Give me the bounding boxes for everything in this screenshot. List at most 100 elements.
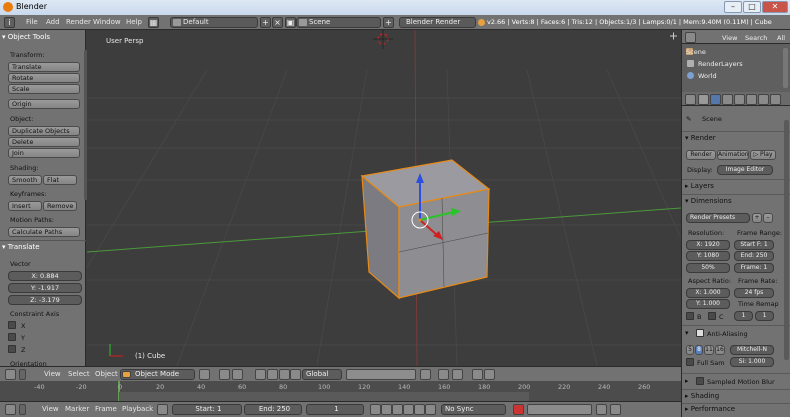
aspect-y-field[interactable]: Y: 1.000	[686, 299, 730, 309]
play-animation-button[interactable]: ▷ Play	[750, 150, 776, 160]
shading-panel-header[interactable]: ▸ Shading	[685, 392, 719, 400]
properties-scrollbar[interactable]	[784, 120, 789, 360]
constraints-context-icon[interactable]	[746, 94, 757, 105]
view-menu[interactable]: View	[44, 370, 61, 378]
start-frame-field[interactable]: Start F: 1	[734, 240, 774, 250]
aa-samples-16[interactable]: 16	[715, 345, 725, 355]
editor-type-3d-icon[interactable]	[5, 369, 16, 380]
outliner-item[interactable]: Scene	[686, 48, 706, 56]
constraint-x-checkbox[interactable]	[8, 321, 16, 329]
play-reverse-icon[interactable]	[392, 404, 403, 415]
snap-element-icon[interactable]	[452, 369, 463, 380]
motion-blur-checkbox[interactable]	[696, 377, 704, 385]
preset-add-button[interactable]: +	[752, 213, 762, 223]
menu-add[interactable]: Add	[46, 18, 60, 26]
aa-filter-size-field[interactable]: Si: 1.000	[730, 357, 774, 367]
scene-selector[interactable]: Scene	[296, 17, 381, 28]
motion-blur-panel-header[interactable]: ▸	[685, 377, 689, 385]
outliner-search-menu[interactable]: Search	[745, 34, 767, 42]
wrench-icon[interactable]	[770, 94, 781, 105]
remove-keyframe-button[interactable]: Remove	[43, 201, 77, 211]
timeline-view-menu[interactable]: View	[42, 405, 59, 413]
menu-file[interactable]: File	[26, 18, 38, 26]
scene-add-button[interactable]: +	[383, 17, 394, 28]
scale-button[interactable]: Scale	[8, 84, 80, 94]
rotate-manipulator-icon[interactable]	[279, 369, 290, 380]
delete-keyframe-icon[interactable]	[610, 404, 621, 415]
object-mode-select[interactable]: Object Mode	[120, 369, 195, 380]
time-remap-new-field[interactable]: 1	[755, 311, 774, 321]
playback-menu[interactable]: Playback	[122, 405, 153, 413]
join-button[interactable]: Join	[8, 148, 80, 158]
layout-remove-button[interactable]: ×	[272, 17, 283, 28]
proportional-edit-icon[interactable]	[420, 369, 431, 380]
origin-button[interactable]: Origin	[8, 99, 80, 109]
translate-y-field[interactable]: Y: -1.917	[8, 283, 82, 293]
3d-viewport[interactable]: User Persp (1) Cube	[87, 30, 681, 366]
menu-help[interactable]: Help	[126, 18, 142, 26]
calculate-paths-button[interactable]: Calculate Paths	[8, 227, 80, 237]
delete-button[interactable]: Delete	[8, 137, 80, 147]
render-image-button[interactable]: Render	[686, 150, 716, 160]
translate-manipulator-icon[interactable]	[267, 369, 278, 380]
select-menu[interactable]: Select	[68, 370, 90, 378]
constraint-z-checkbox[interactable]	[8, 345, 16, 353]
close-button[interactable]: ✕	[762, 1, 788, 13]
display-select[interactable]: Image Editor	[717, 165, 773, 175]
render-engine-select[interactable]: Blender Render	[399, 17, 476, 28]
resolution-x-field[interactable]: X: 1920	[686, 240, 730, 250]
sync-mode-select[interactable]: No Sync	[441, 404, 506, 415]
layout-add-button[interactable]: +	[260, 17, 271, 28]
snap-toggle-icon[interactable]	[438, 369, 449, 380]
render-animation-button[interactable]: Animation	[717, 150, 749, 160]
aspect-x-field[interactable]: X: 1.000	[686, 288, 730, 298]
viewport-shading-icon[interactable]	[199, 369, 210, 380]
anti-aliasing-checkbox[interactable]	[696, 329, 704, 337]
object-tools-header[interactable]: ▾ Object Tools	[2, 31, 50, 43]
render-panel-header[interactable]: ▾ Render	[685, 134, 716, 142]
opengl-anim-icon[interactable]	[484, 369, 495, 380]
manipulator-toggle-icon[interactable]	[255, 369, 266, 380]
dimensions-panel-header[interactable]: ▾ Dimensions	[685, 197, 732, 205]
marker-menu[interactable]: Marker	[65, 405, 89, 413]
timeline-collapse-icon[interactable]	[19, 404, 26, 415]
end-frame-field[interactable]: End: 250	[734, 251, 774, 261]
preview-range-icon[interactable]	[157, 404, 168, 415]
editor-type-outliner-icon[interactable]	[685, 32, 696, 43]
pivot-point-icon[interactable]	[219, 369, 230, 380]
insert-keyframe-button[interactable]: Insert	[8, 201, 42, 211]
menu-render[interactable]: Render	[66, 18, 91, 26]
header-collapse-icon[interactable]	[19, 369, 26, 380]
rotate-button[interactable]: Rotate	[8, 73, 80, 83]
full-sample-checkbox[interactable]	[686, 358, 694, 366]
prev-keyframe-icon[interactable]	[381, 404, 392, 415]
scene-context-icon[interactable]	[710, 94, 721, 105]
crop-checkbox[interactable]	[708, 312, 716, 320]
end-frame-field[interactable]: End: 250	[244, 404, 302, 415]
maximize-button[interactable]: □	[743, 1, 761, 13]
scene-browse-icon[interactable]: ▣	[285, 17, 296, 28]
object-menu[interactable]: Object	[95, 370, 118, 378]
render-presets-select[interactable]: Render Presets	[686, 213, 750, 223]
current-frame-field[interactable]: 1	[306, 404, 364, 415]
timeline-editor[interactable]: -40 -20 0 20 40 60 80 100 120 140 160 18…	[0, 381, 681, 401]
performance-panel-header[interactable]: ▸ Performance	[685, 405, 735, 413]
minimize-button[interactable]: –	[724, 1, 742, 13]
opengl-render-icon[interactable]	[472, 369, 483, 380]
aa-samples-11[interactable]: 11	[704, 345, 714, 355]
aa-samples-5[interactable]: 5	[686, 345, 694, 355]
smooth-button[interactable]: Smooth	[8, 175, 42, 185]
constraint-y-checkbox[interactable]	[8, 333, 16, 341]
transform-orientation-select[interactable]: Global	[302, 369, 342, 380]
editor-type-icon[interactable]: i	[4, 17, 15, 28]
layout-browse-icon[interactable]: ▦	[148, 17, 159, 28]
play-icon[interactable]	[403, 404, 414, 415]
preset-remove-button[interactable]: –	[763, 213, 773, 223]
viewport-scene[interactable]	[87, 30, 681, 366]
jump-end-icon[interactable]	[425, 404, 436, 415]
aa-samples-8[interactable]: 8	[695, 345, 703, 355]
scale-manipulator-icon[interactable]	[290, 369, 301, 380]
layer-toggle-icon[interactable]	[232, 369, 243, 380]
scene-layers-grid[interactable]	[346, 369, 416, 380]
time-remap-old-field[interactable]: 1	[734, 311, 753, 321]
